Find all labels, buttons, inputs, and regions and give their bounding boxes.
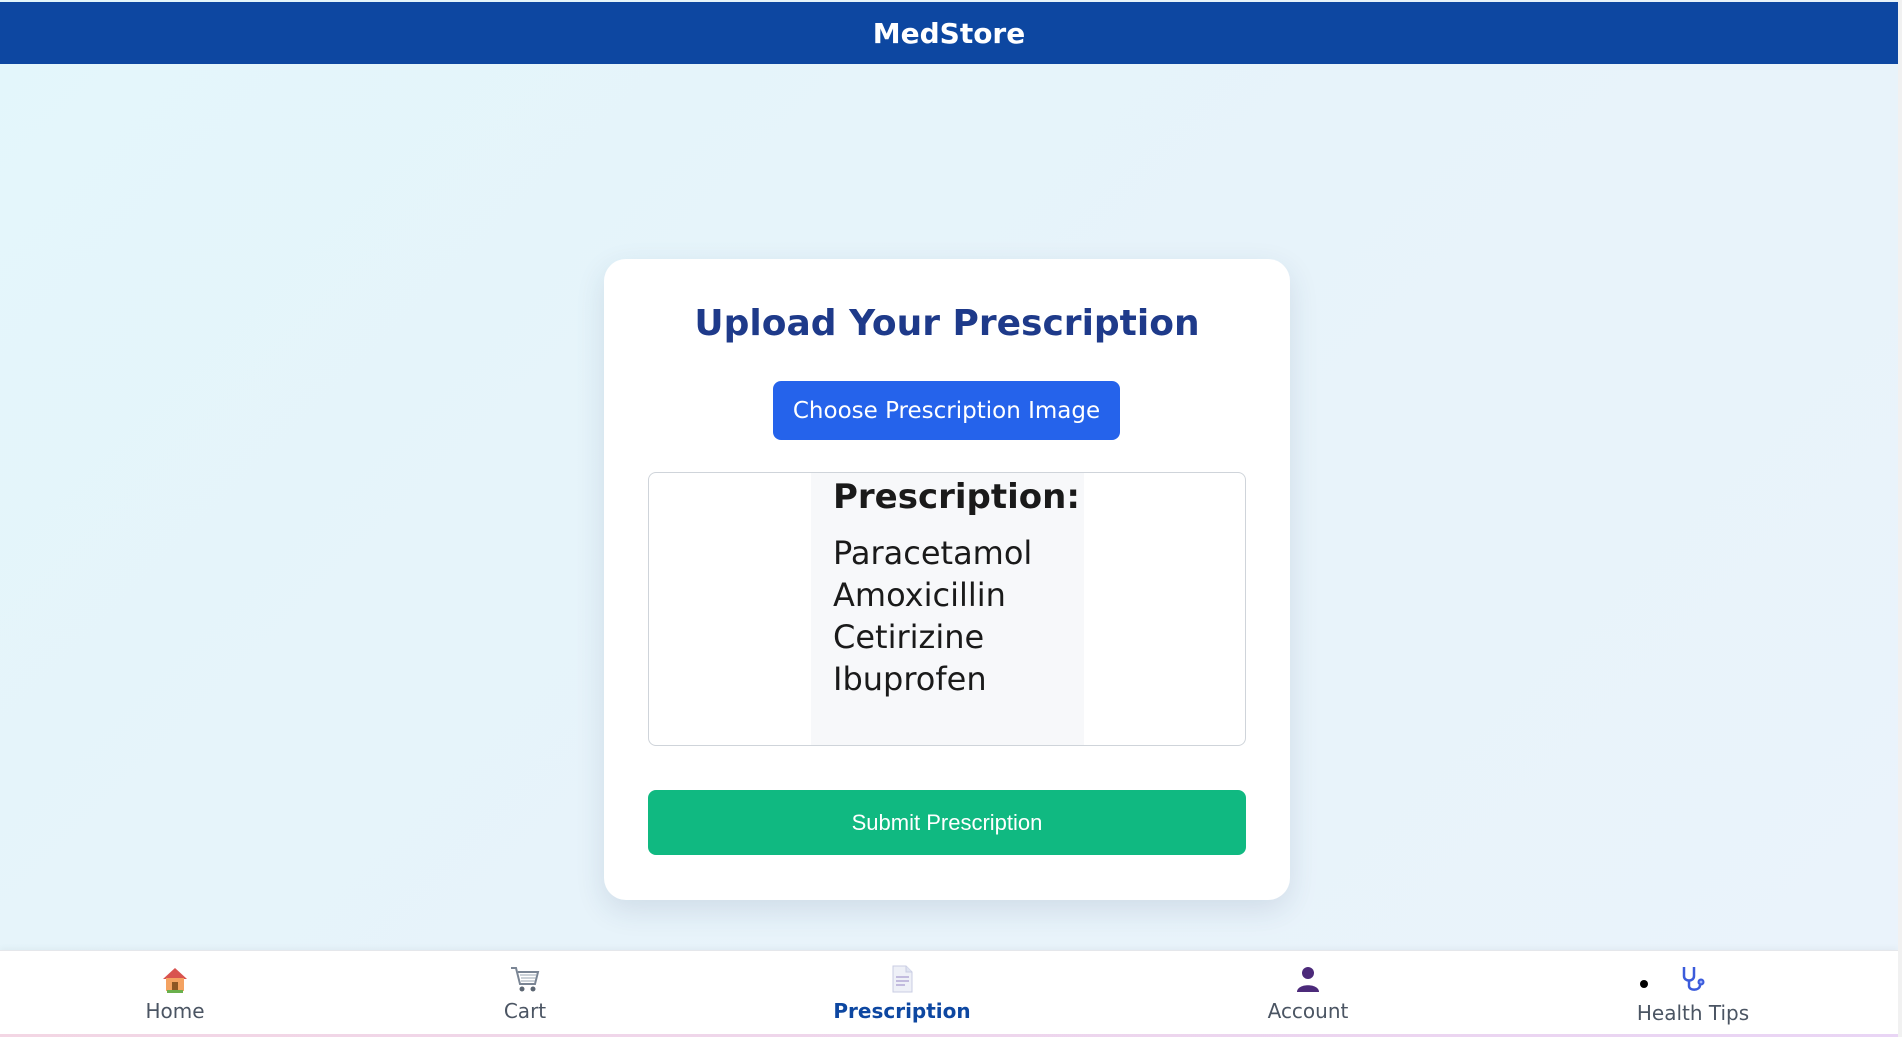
scrollbar[interactable] xyxy=(1898,0,1902,1037)
medicine-item: Cetirizine xyxy=(833,618,985,656)
nav-item-cart[interactable]: Cart xyxy=(475,951,575,1035)
prescription-heading: Prescription: xyxy=(833,477,1080,517)
prescription-image: Prescription: Paracetamol Amoxicillin Ce… xyxy=(811,473,1084,745)
nav-label-home: Home xyxy=(145,999,205,1023)
document-icon xyxy=(890,965,914,995)
nav-item-prescription[interactable]: Prescription xyxy=(827,951,977,1035)
medicine-item: Amoxicillin xyxy=(833,576,1006,614)
app-root: MedStore Upload Your Prescription Choose… xyxy=(0,0,1898,1037)
nav-label-cart: Cart xyxy=(503,999,547,1023)
stethoscope-icon xyxy=(1678,965,1708,995)
choose-prescription-image-button[interactable]: Choose Prescription Image xyxy=(773,381,1120,440)
nav-label-account: Account xyxy=(1267,999,1349,1023)
submit-prescription-button[interactable]: Submit Prescription xyxy=(648,790,1246,855)
nav-label-prescription: Prescription xyxy=(833,999,971,1023)
medicine-item: Paracetamol xyxy=(833,534,1033,572)
user-icon xyxy=(1294,965,1322,995)
bottom-navigation: Home Cart Prescription Account Health Ti… xyxy=(0,950,1898,1034)
nav-item-health-tips[interactable]: Health Tips xyxy=(1628,951,1758,1035)
house-icon xyxy=(160,965,190,995)
app-title: MedStore xyxy=(872,16,1026,50)
app-header: MedStore xyxy=(0,2,1898,64)
nav-item-account[interactable]: Account xyxy=(1248,951,1368,1035)
prescription-preview: Prescription: Paracetamol Amoxicillin Ce… xyxy=(648,472,1246,746)
shopping-cart-icon xyxy=(509,965,541,995)
card-title: Upload Your Prescription xyxy=(694,303,1200,344)
medicine-item: Ibuprofen xyxy=(833,660,987,698)
medicine-list: Paracetamol Amoxicillin Cetirizine Ibupr… xyxy=(833,532,1032,700)
upload-prescription-card: Upload Your Prescription Choose Prescrip… xyxy=(604,259,1290,900)
nav-item-home[interactable]: Home xyxy=(125,951,225,1035)
nav-label-health-tips: Health Tips xyxy=(1636,1001,1750,1025)
